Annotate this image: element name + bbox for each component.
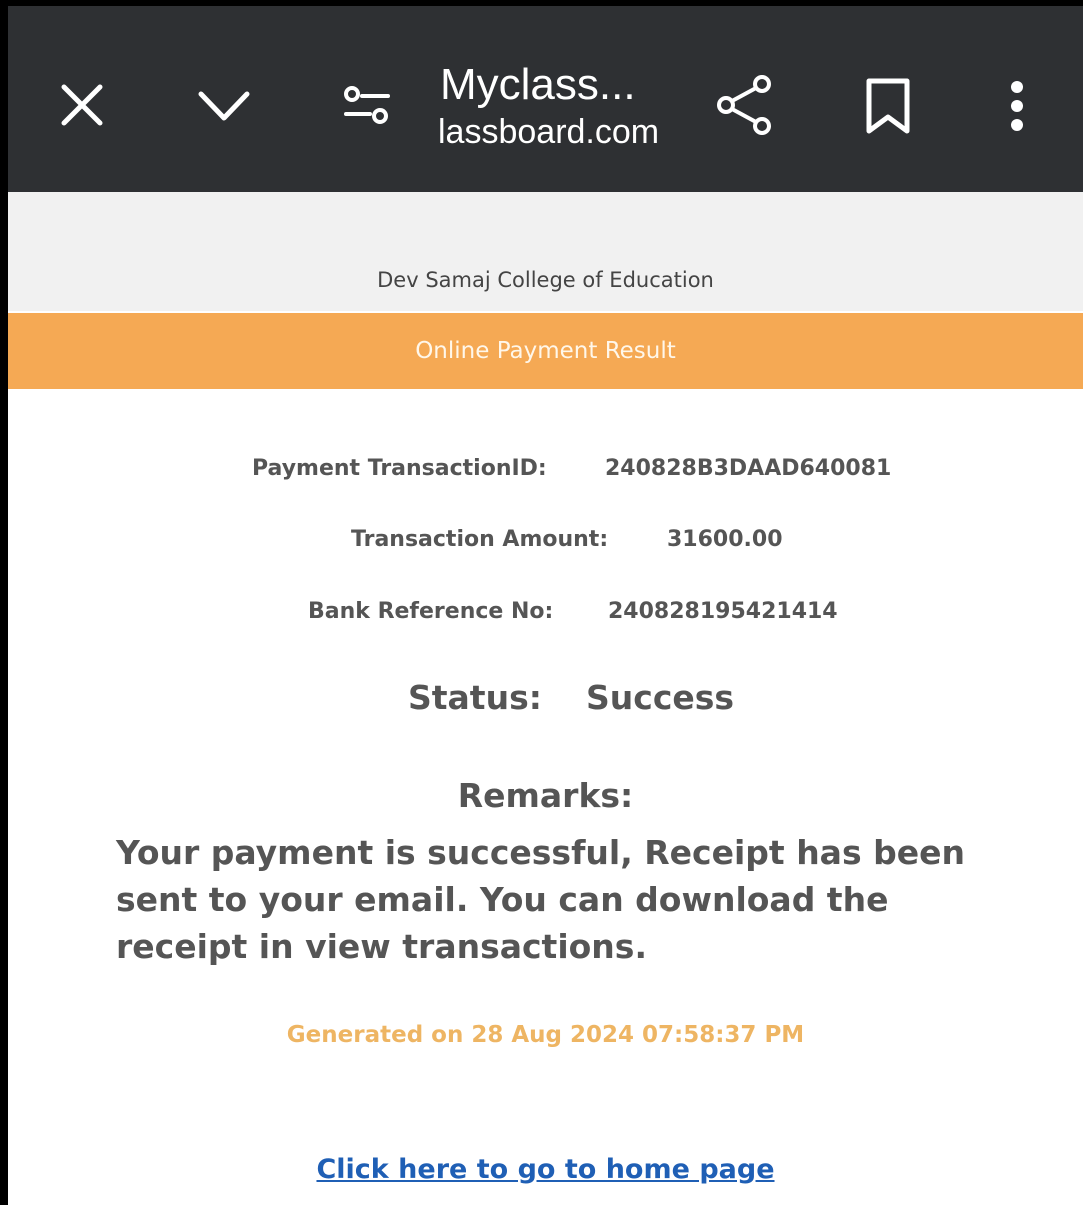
bookmark-icon (866, 78, 910, 134)
share-icon (717, 75, 771, 135)
remarks-text: Your payment is successful, Receipt has … (116, 833, 965, 966)
tune-icon (344, 86, 390, 124)
page-title-block[interactable]: Myclass... lassboard.com (438, 58, 690, 152)
bookmark-button[interactable] (860, 74, 916, 138)
status-value: Success (586, 678, 735, 717)
bank-reference-value: 240828195421414 (608, 599, 838, 624)
page-url: lassboard.com (438, 113, 660, 151)
status-label: Status: (408, 678, 542, 717)
browser-toolbar: Myclass... lassboard.com (8, 6, 1083, 192)
amount-label: Transaction Amount: (351, 527, 609, 552)
browser-window: Myclass... lassboard.com Dev Samaj Colle… (8, 6, 1083, 1205)
chevron-down-icon (198, 91, 250, 121)
transaction-id-value: 240828B3DAAD640081 (605, 456, 892, 481)
more-vertical-icon (1011, 81, 1023, 131)
share-button[interactable] (714, 72, 774, 138)
home-page-link[interactable]: Click here to go to home page (8, 1154, 1083, 1185)
close-button[interactable] (52, 72, 112, 138)
college-name: Dev Samaj College of Education (377, 268, 714, 292)
page-header (8, 192, 1083, 311)
result-banner: Online Payment Result (8, 313, 1083, 389)
close-icon (61, 84, 103, 126)
page-title: Myclass... (440, 60, 636, 109)
banner-title: Online Payment Result (415, 338, 676, 364)
generated-timestamp: Generated on 28 Aug 2024 07:58:37 PM (286, 1022, 805, 1048)
amount-value: 31600.00 (667, 527, 783, 552)
transaction-id-label: Payment TransactionID: (252, 456, 547, 481)
menu-button[interactable] (1002, 78, 1032, 134)
remarks-label: Remarks: (457, 776, 634, 815)
bank-reference-label: Bank Reference No: (308, 599, 554, 624)
collapse-button[interactable] (194, 78, 254, 134)
site-settings-button[interactable] (340, 82, 394, 128)
